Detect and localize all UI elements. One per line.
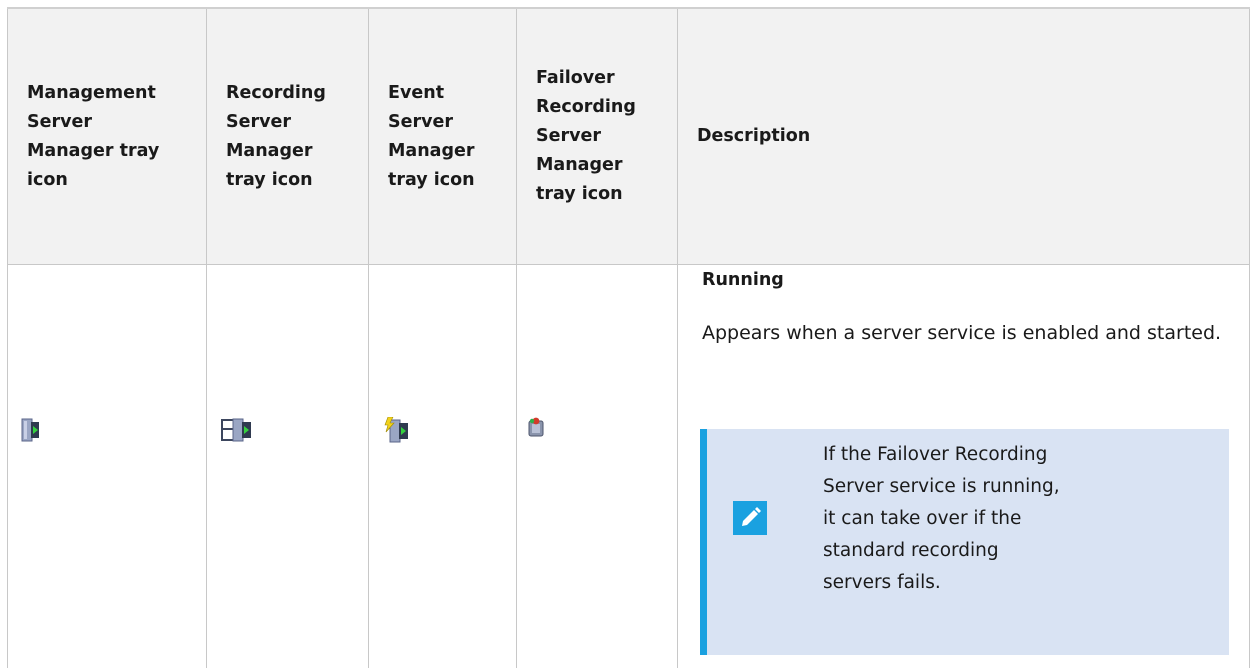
header-management-server: Management Server Manager tray icon (7, 9, 206, 264)
recording-server-running-icon (221, 418, 251, 442)
status-description: Appears when a server service is enabled… (702, 322, 1222, 344)
header-label: Event Server Manager tray icon (388, 82, 475, 190)
note-callout: If the Failover Recording Server service… (700, 429, 1229, 655)
header-label: Failover Recording Server Manager tray i… (536, 68, 636, 204)
header-event-server: Event Server Manager tray icon (368, 9, 516, 264)
failover-recording-server-running-icon (528, 417, 544, 437)
header-divider (7, 264, 1250, 265)
header-label: Recording Server Manager tray icon (226, 82, 326, 190)
management-server-running-icon (21, 418, 39, 442)
header-failover-recording-server: Failover Recording Server Manager tray i… (516, 9, 677, 264)
header-description: Description (677, 9, 1249, 264)
header-label: Management Server Manager tray icon (27, 82, 160, 190)
event-server-running-icon (384, 417, 408, 443)
note-text: If the Failover Recording Server service… (823, 444, 1060, 593)
header-label: Description (697, 126, 811, 146)
pencil-icon (733, 501, 767, 535)
header-recording-server: Recording Server Manager tray icon (206, 9, 368, 264)
status-title: Running (702, 270, 784, 290)
